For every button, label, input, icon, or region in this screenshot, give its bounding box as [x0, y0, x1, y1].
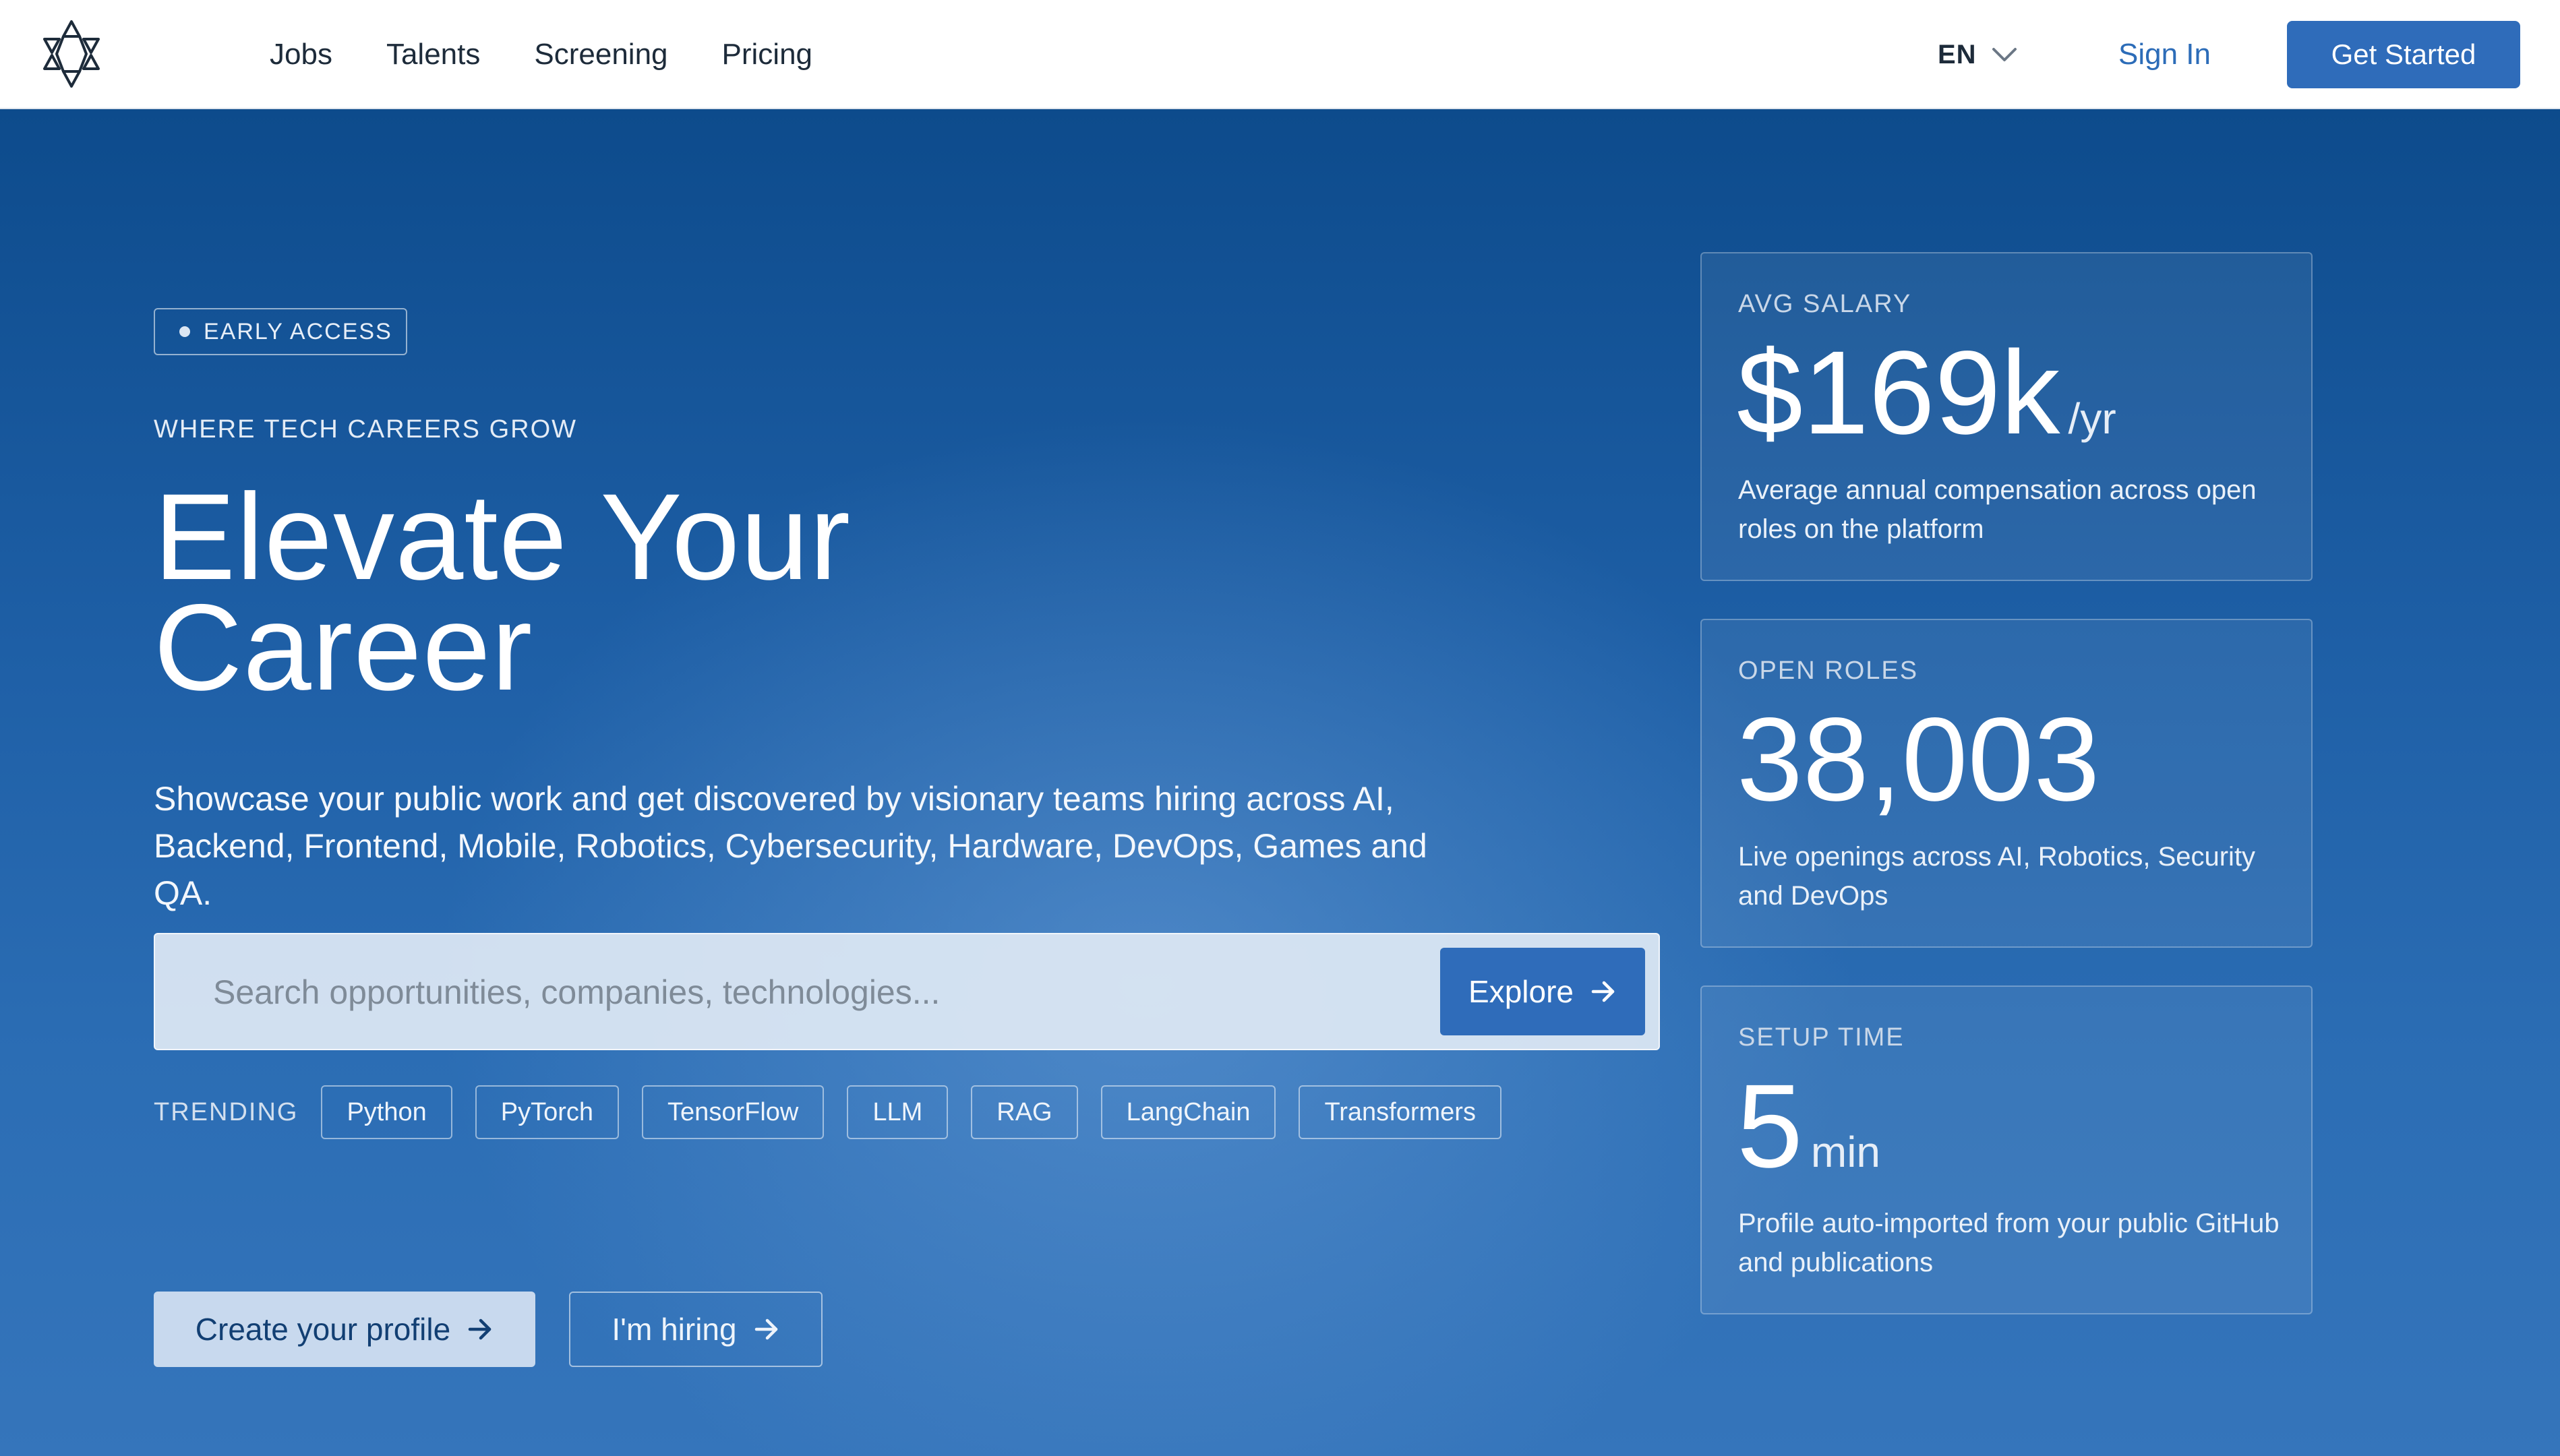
logo-icon[interactable] — [39, 19, 104, 89]
stat-label: SETUP TIME — [1738, 1023, 1905, 1052]
headline-line-2: Career — [154, 578, 533, 716]
stat-unit: min — [1810, 1128, 1881, 1176]
explore-button-label: Explore — [1468, 974, 1574, 1009]
arrow-right-icon — [754, 1318, 777, 1340]
arrow-right-icon — [1591, 981, 1615, 1002]
trending-label: TRENDING — [154, 1097, 299, 1126]
stat-card-setup-time: SETUP TIME 5 min Profile auto-imported fr… — [1700, 985, 2313, 1314]
stat-value: 5 min — [1737, 1062, 1880, 1216]
im-hiring-label: I'm hiring — [612, 1312, 737, 1347]
hero-kicker: WHERE TECH CAREERS GROW — [154, 415, 578, 444]
im-hiring-button[interactable]: I'm hiring — [569, 1292, 823, 1367]
hero-headline: Elevate Your Career — [154, 468, 852, 716]
language-selector[interactable]: EN — [1938, 0, 2017, 109]
tag-tensorflow[interactable]: TensorFlow — [642, 1085, 825, 1139]
trending-tags: TRENDING Python PyTorch TensorFlow LLM R… — [154, 1084, 1524, 1141]
early-access-badge: EARLY ACCESS — [154, 308, 407, 355]
stat-card-avg-salary: AVG SALARY $169k/yr Average annual compe… — [1700, 252, 2313, 581]
tag-rag[interactable]: RAG — [971, 1085, 1078, 1139]
create-profile-button[interactable]: Create your profile — [154, 1292, 535, 1367]
language-label: EN — [1938, 39, 1977, 69]
get-started-button[interactable]: Get Started — [2287, 21, 2520, 88]
stat-card-open-roles: OPEN ROLES 38,003 Live openings across A… — [1700, 619, 2313, 948]
nav-link-screening[interactable]: Screening — [534, 38, 667, 71]
tag-transformers[interactable]: Transformers — [1299, 1085, 1501, 1139]
arrow-right-icon — [468, 1318, 492, 1340]
stat-number: $169k — [1737, 327, 2060, 459]
top-navbar: Jobs Talents Screening Pricing EN Sign I… — [0, 0, 2560, 109]
stat-number: 38,003 — [1737, 694, 2100, 826]
nav-link-talents[interactable]: Talents — [386, 38, 480, 71]
nav-link-pricing[interactable]: Pricing — [722, 38, 813, 71]
explore-button[interactable]: Explore — [1440, 948, 1645, 1035]
search-input[interactable] — [212, 934, 1415, 1050]
stat-description: Profile auto-imported from your public G… — [1738, 1209, 2280, 1277]
main-nav: Jobs Talents Screening Pricing — [270, 0, 866, 109]
headline-line-1: Elevate Your — [154, 468, 852, 605]
tag-python[interactable]: Python — [321, 1085, 452, 1139]
status-dot-icon — [179, 326, 190, 337]
hero-section: EARLY ACCESS WHERE TECH CAREERS GROW Ele… — [0, 109, 2560, 1456]
stat-value: $169k/yr — [1737, 329, 2116, 483]
stat-label: OPEN ROLES — [1738, 657, 1919, 685]
stat-description: Live openings across AI, Robotics, Secur… — [1738, 842, 2256, 911]
stat-label: AVG SALARY — [1738, 290, 1912, 318]
stat-value: 38,003 — [1737, 696, 2100, 824]
stat-number: 5 — [1737, 1060, 1803, 1192]
sign-in-link[interactable]: Sign In — [2118, 0, 2211, 109]
badge-label: EARLY ACCESS — [204, 318, 392, 344]
tag-llm[interactable]: LLM — [847, 1085, 949, 1139]
stat-description: Average annual compensation across open … — [1738, 475, 2257, 544]
create-profile-label: Create your profile — [195, 1312, 451, 1347]
tag-pytorch[interactable]: PyTorch — [475, 1085, 620, 1139]
stat-unit: /yr — [2068, 394, 2116, 443]
chevron-down-icon — [1992, 48, 2017, 61]
hero-subtitle: Showcase your public work and get discov… — [154, 780, 1427, 912]
search-bar: Explore — [154, 933, 1660, 1050]
page: Jobs Talents Screening Pricing EN Sign I… — [0, 0, 2560, 1456]
nav-link-jobs[interactable]: Jobs — [270, 38, 332, 71]
tag-langchain[interactable]: LangChain — [1100, 1085, 1276, 1139]
